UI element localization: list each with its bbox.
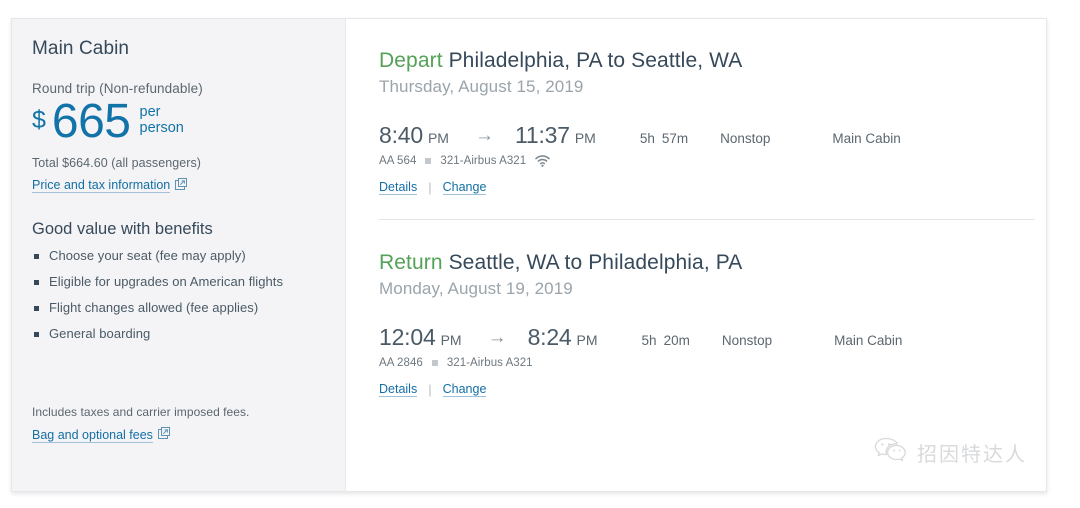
change-link[interactable]: Change — [442, 382, 487, 397]
flight-leg-depart: Depart Philadelphia, PA to Seattle, WA T… — [379, 49, 1035, 195]
leg-date: Thursday, August 15, 2019 — [379, 77, 584, 96]
bag-and-optional-fees-link[interactable]: Bag and optional fees — [32, 426, 170, 444]
separator-icon — [431, 360, 438, 366]
list-item: Flight changes allowed (fee applies) — [32, 300, 323, 315]
departure-time-meridiem: PM — [440, 332, 462, 348]
details-link[interactable]: Details — [379, 180, 418, 195]
arrival-time-value: 11:37 — [514, 122, 570, 148]
arrival-time: 8:24 PM — [528, 324, 598, 351]
departure-time: 12:04 PM — [379, 324, 462, 351]
flight-duration: 5h 20m — [642, 333, 690, 348]
flight-times-row: 12:04 PM → 8:24 PM 5h 20m Nonstop Main Cabi… — [379, 324, 1035, 351]
flight-summary-page: Main Cabin Round trip (Non-refundable) $… — [0, 0, 1080, 508]
watermark: 招因特达人 — [874, 437, 1027, 468]
watermark-text: 招因特达人 — [917, 442, 1027, 466]
external-link-icon — [157, 426, 170, 444]
leg-actions: Details | Change — [379, 382, 1035, 397]
wifi-icon — [535, 155, 550, 167]
leg-actions: Details | Change — [379, 180, 1035, 195]
price-unit-line2: person — [139, 120, 184, 136]
duration-hours: 5h — [639, 131, 655, 146]
arrow-right-icon: → — [474, 125, 494, 146]
flight-leg-return: Return Seattle, WA to Philadelphia, PA M… — [379, 251, 1035, 397]
leg-date: Monday, August 19, 2019 — [379, 279, 573, 298]
trip-summary-card: Main Cabin Round trip (Non-refundable) $… — [11, 18, 1047, 492]
price-unit-line1: per — [139, 104, 161, 120]
stops-label: Nonstop — [720, 131, 771, 146]
list-item: General boarding — [32, 326, 323, 341]
departure-time-value: 12:04 — [379, 324, 436, 350]
flight-duration: 5h 57m — [640, 131, 688, 146]
fare-subtitle: Round trip (Non-refundable) — [32, 81, 203, 96]
duration-minutes: 57m — [661, 131, 689, 146]
departure-time-meridiem: PM — [427, 130, 449, 146]
leg-divider — [379, 219, 1035, 220]
stops-label: Nonstop — [721, 333, 773, 348]
leg-heading: Return Seattle, WA to Philadelphia, PA — [379, 251, 1035, 275]
arrow-right-icon: → — [487, 327, 507, 348]
fare-panel: Main Cabin Round trip (Non-refundable) $… — [12, 19, 346, 491]
leg-route-label: Seattle, WA to Philadelphia, PA — [448, 251, 743, 274]
price-amount: 665 — [51, 95, 131, 148]
cabin-label: Main Cabin — [832, 131, 901, 146]
separator-icon — [425, 158, 432, 164]
arrival-time-meridiem: PM — [574, 130, 596, 146]
flight-number: AA 564 — [379, 155, 417, 167]
itinerary-panel: Depart Philadelphia, PA to Seattle, WA T… — [346, 19, 1046, 491]
arrival-time: 11:37 PM — [515, 122, 596, 149]
leg-kind-label: Return — [379, 251, 443, 274]
flight-number: AA 2846 — [379, 357, 423, 369]
benefits-title: Good value with benefits — [32, 219, 213, 238]
cabin-label: Main Cabin — [834, 333, 903, 348]
actions-separator: | — [428, 180, 432, 195]
details-link[interactable]: Details — [379, 382, 418, 397]
departure-time: 8:40 PM — [379, 122, 449, 149]
duration-hours: 5h — [641, 333, 657, 348]
bag-and-optional-fees-label[interactable]: Bag and optional fees — [32, 428, 153, 443]
list-item: Eligible for upgrades on American flight… — [32, 274, 323, 289]
duration-minutes: 20m — [663, 333, 690, 348]
fare-title: Main Cabin — [32, 38, 130, 59]
taxes-note: Includes taxes and carrier imposed fees. — [32, 404, 250, 419]
flight-equipment-row: AA 2846 321-Airbus A321 — [379, 357, 1035, 369]
wechat-icon — [874, 437, 908, 468]
benefits-list: Choose your seat (fee may apply) Eligibl… — [32, 248, 323, 341]
departure-time-value: 8:40 — [379, 122, 423, 148]
list-item: Choose your seat (fee may apply) — [32, 248, 323, 263]
change-link[interactable]: Change — [442, 180, 487, 195]
arrival-time-meridiem: PM — [576, 332, 598, 348]
flight-times-row: 8:40 PM → 11:37 PM 5h 57m Nonstop Main Cabi… — [379, 122, 1035, 149]
arrival-time-value: 8:24 — [527, 324, 572, 350]
external-link-icon — [175, 177, 188, 195]
price-block: $ 665 per person — [32, 98, 323, 150]
leg-route-label: Philadelphia, PA to Seattle, WA — [448, 49, 743, 72]
price-tax-information-label[interactable]: Price and tax information — [32, 178, 171, 193]
price-currency: $ — [32, 106, 46, 134]
flight-equipment-row: AA 564 321-Airbus A321 — [379, 155, 1035, 167]
leg-kind-label: Depart — [379, 49, 443, 72]
price-tax-information-link[interactable]: Price and tax information — [32, 177, 188, 195]
fare-footer: Includes taxes and carrier imposed fees.… — [32, 405, 249, 445]
aircraft-type: 321-Airbus A321 — [440, 155, 527, 167]
price-unit: per person — [140, 104, 184, 136]
fare-total: Total $664.60 (all passengers) — [32, 156, 201, 170]
actions-separator: | — [428, 382, 432, 397]
aircraft-type: 321-Airbus A321 — [446, 357, 533, 369]
leg-heading: Depart Philadelphia, PA to Seattle, WA — [379, 49, 1035, 73]
